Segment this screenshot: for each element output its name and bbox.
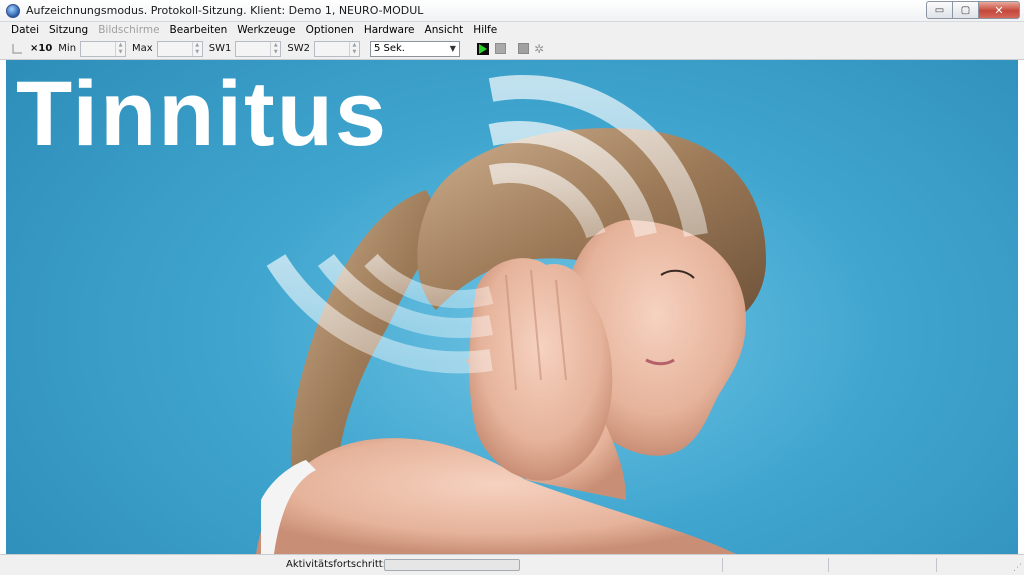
status-separator — [828, 558, 829, 572]
spinner-arrows-icon[interactable]: ▲ ▼ — [191, 41, 202, 56]
spinner-arrows-icon[interactable]: ▲ ▼ — [115, 41, 125, 56]
activity-progress-bar — [384, 559, 520, 571]
resize-grip-icon[interactable]: ⋰ — [1013, 563, 1022, 573]
title-bar: Aufzeichnungsmodus. Protokoll-Sitzung. K… — [0, 0, 1024, 22]
spinner-arrows-icon[interactable]: ▲ ▼ — [270, 41, 280, 56]
menu-werkzeuge[interactable]: Werkzeuge — [232, 24, 300, 36]
close-button[interactable]: ✕ — [978, 1, 1020, 19]
menu-bildschirme: Bildschirme — [98, 24, 160, 36]
stop-button[interactable] — [494, 43, 506, 54]
menu-bar: Datei Sitzung Bildschirme Bearbeiten Wer… — [0, 22, 1024, 38]
sw2-label: SW2 — [287, 43, 310, 54]
maximize-button[interactable]: ▢ — [952, 1, 979, 19]
sw1-spinner[interactable]: ▲ ▼ — [235, 40, 282, 57]
play-icon — [478, 43, 487, 54]
app-icon — [6, 3, 20, 18]
menu-sitzung[interactable]: Sitzung — [44, 24, 93, 36]
minimize-button[interactable]: ▭ — [926, 1, 953, 19]
progress-label: Aktivitätsfortschritt: — [286, 559, 387, 570]
chevron-down-icon: ▼ — [449, 44, 456, 53]
sw1-label: SW1 — [208, 43, 232, 54]
record-button[interactable] — [517, 43, 529, 54]
menu-ansicht[interactable]: Ansicht — [420, 24, 469, 36]
menu-bearbeiten[interactable]: Bearbeiten — [165, 24, 233, 36]
menu-optionen[interactable]: Optionen — [301, 24, 359, 36]
menu-hardware[interactable]: Hardware — [359, 24, 420, 36]
play-button[interactable] — [476, 42, 489, 55]
status-bar: Aktivitätsfortschritt: ⋰ — [0, 554, 1024, 575]
menu-datei[interactable]: Datei — [6, 24, 44, 36]
toolbar: ×10 Min ▲ ▼ Max ▲ ▼ SW1 ▲ ▼ SW2 ▲ ▼ 5 Sek. ▼… — [0, 38, 1024, 60]
main-display: Tinnitus — [6, 60, 1018, 554]
banner-title: Tinnitus — [16, 63, 389, 165]
interval-select-value: 5 Sek. — [373, 43, 405, 54]
interval-select[interactable]: 5 Sek. ▼ — [369, 40, 460, 57]
min-spinner[interactable]: ▲ ▼ — [80, 40, 127, 57]
scale-x10-button[interactable]: ×10 — [30, 43, 52, 54]
gear-icon[interactable]: ✲ — [534, 42, 544, 56]
menu-hilfe[interactable]: Hilfe — [468, 24, 502, 36]
max-label: Max — [132, 43, 153, 54]
axis-icon[interactable] — [10, 42, 24, 56]
spinner-arrows-icon[interactable]: ▲ ▼ — [348, 41, 359, 56]
window-title: Aufzeichnungsmodus. Protokoll-Sitzung. K… — [26, 4, 424, 17]
sw2-spinner[interactable]: ▲ ▼ — [313, 40, 360, 57]
status-separator — [936, 558, 937, 572]
max-spinner[interactable]: ▲ ▼ — [156, 40, 203, 57]
status-separator — [722, 558, 723, 572]
window-controls: ▭ ▢ ✕ — [926, 1, 1020, 19]
min-label: Min — [58, 43, 77, 54]
